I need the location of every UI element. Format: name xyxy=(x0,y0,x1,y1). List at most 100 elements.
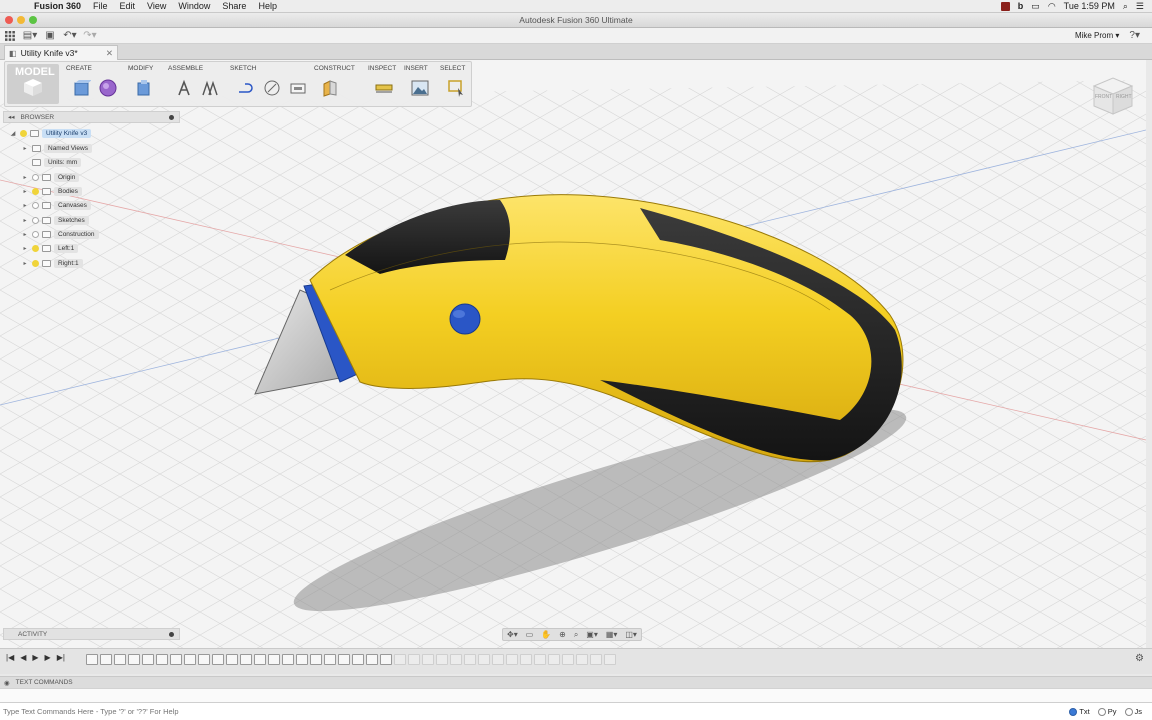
display-icon[interactable]: ▭ xyxy=(1031,1,1040,12)
browser-header[interactable]: ◂◂ BROWSER xyxy=(3,111,180,123)
bluetooth-icon[interactable]: b xyxy=(1018,1,1024,11)
mode-py[interactable]: Py xyxy=(1097,707,1117,716)
pan-icon[interactable]: ✋ xyxy=(541,630,551,639)
timeline-feature-icon[interactable] xyxy=(184,654,196,665)
insert-canvas-icon[interactable] xyxy=(409,77,431,99)
visibility-bulb-icon[interactable] xyxy=(32,202,39,209)
tree-node-bodies[interactable]: ▸ Bodies xyxy=(21,186,82,197)
zoom-icon[interactable]: ⊕ xyxy=(559,630,566,639)
workspace-switcher[interactable]: MODEL xyxy=(7,64,59,104)
timeline-feature-icon[interactable] xyxy=(450,654,462,665)
timeline-feature-icon[interactable] xyxy=(408,654,420,665)
joint-icon[interactable] xyxy=(173,77,195,99)
expand-arrow-icon[interactable]: ▸ xyxy=(21,245,29,252)
grid-settings-icon[interactable]: ▦▾ xyxy=(606,630,618,639)
select-box-icon[interactable] xyxy=(445,77,467,99)
fit-icon[interactable]: ⌕ xyxy=(574,630,578,640)
create-label[interactable]: CREATE xyxy=(66,65,92,72)
text-command-input[interactable] xyxy=(0,707,500,716)
expand-arrow-icon[interactable]: ▸ xyxy=(21,188,29,195)
visibility-bulb-icon[interactable] xyxy=(32,231,39,238)
timeline-feature-icon[interactable] xyxy=(198,654,210,665)
visibility-bulb-icon[interactable] xyxy=(32,260,39,267)
inspect-label[interactable]: INSPECT xyxy=(368,65,396,72)
menu-edit[interactable]: Edit xyxy=(114,1,142,11)
visibility-bulb-icon[interactable] xyxy=(32,217,39,224)
tree-root[interactable]: ◢ Utility Knife v3 xyxy=(9,128,92,139)
notifications-icon[interactable]: ☰ xyxy=(1136,1,1144,12)
timeline-feature-icon[interactable] xyxy=(86,654,98,665)
expand-arrow-icon[interactable]: ◢ xyxy=(9,130,17,137)
press-pull-icon[interactable] xyxy=(133,77,155,99)
tree-node-origin[interactable]: ▸ Origin xyxy=(21,172,80,183)
measure-icon[interactable] xyxy=(373,77,395,99)
mode-js[interactable]: Js xyxy=(1124,707,1142,716)
timeline-feature-icon[interactable] xyxy=(394,654,406,665)
user-menu[interactable]: Mike Prom ▾ xyxy=(1075,31,1129,40)
menu-window[interactable]: Window xyxy=(172,1,216,11)
timeline-settings-icon[interactable]: ⚙ xyxy=(1135,653,1144,664)
timeline-feature-icon[interactable] xyxy=(128,654,140,665)
timeline-feature-icon[interactable] xyxy=(282,654,294,665)
save-icon[interactable]: ▣ xyxy=(40,28,60,44)
menu-help[interactable]: Help xyxy=(252,1,283,11)
redo-icon[interactable]: ↷▾ xyxy=(80,28,100,44)
timeline-feature-icon[interactable] xyxy=(254,654,266,665)
timeline-feature-icon[interactable] xyxy=(212,654,224,665)
expand-arrow-icon[interactable]: ▸ xyxy=(21,202,29,209)
spotlight-icon[interactable]: ⌕ xyxy=(1123,1,1128,12)
timeline-feature-icon[interactable] xyxy=(310,654,322,665)
expand-arrow-icon[interactable]: ▸ xyxy=(21,145,29,152)
undo-icon[interactable]: ↶▾ xyxy=(60,28,80,44)
sketch-circle-icon[interactable] xyxy=(261,77,283,99)
timeline-feature-icon[interactable] xyxy=(422,654,434,665)
timeline-feature-icon[interactable] xyxy=(590,654,602,665)
tree-node-left[interactable]: ▸ Left:1 xyxy=(21,243,79,254)
look-at-icon[interactable]: ▭ xyxy=(526,630,534,639)
mode-txt[interactable]: Txt xyxy=(1069,707,1090,716)
zoom-window-button[interactable] xyxy=(29,16,37,24)
offset-plane-icon[interactable] xyxy=(319,77,341,99)
collapse-browser-icon[interactable]: ◂◂ xyxy=(8,113,15,121)
timeline-feature-icon[interactable] xyxy=(100,654,112,665)
visibility-bulb-icon[interactable] xyxy=(32,188,39,195)
timeline-feature-icon[interactable] xyxy=(604,654,616,665)
timeline-feature-icon[interactable] xyxy=(142,654,154,665)
timeline-feature-icon[interactable] xyxy=(380,654,392,665)
tree-node-right[interactable]: ▸ Right:1 xyxy=(21,258,83,269)
clock[interactable]: Tue 1:59 PM xyxy=(1064,1,1115,11)
visibility-bulb-icon[interactable] xyxy=(32,245,39,252)
timeline-feature-icon[interactable] xyxy=(114,654,126,665)
create-sketch-icon[interactable] xyxy=(235,77,257,99)
data-panel-grid-icon[interactable] xyxy=(0,28,20,44)
visibility-bulb-icon[interactable] xyxy=(20,130,27,137)
tree-node-units[interactable]: Units: mm xyxy=(21,157,82,168)
tree-node-sketches[interactable]: ▸ Sketches xyxy=(21,215,89,226)
assemble-label[interactable]: ASSEMBLE xyxy=(168,65,203,72)
expand-arrow-icon[interactable]: ▸ xyxy=(21,174,29,181)
timeline-feature-icon[interactable] xyxy=(296,654,308,665)
timeline-feature-icon[interactable] xyxy=(170,654,182,665)
timeline-feature-icon[interactable] xyxy=(548,654,560,665)
close-tab-icon[interactable]: ✕ xyxy=(106,48,113,59)
document-tab[interactable]: ◧ Utility Knife v3* ✕ xyxy=(4,45,118,60)
help-menu[interactable]: ?▾ xyxy=(1129,30,1152,41)
text-commands-header[interactable]: ◉ TEXT COMMANDS xyxy=(0,676,1152,688)
box-icon[interactable] xyxy=(71,77,93,99)
tree-root-label[interactable]: Utility Knife v3 xyxy=(42,129,92,138)
timeline-feature-icon[interactable] xyxy=(156,654,168,665)
view-cube[interactable]: FRONT RIGHT xyxy=(1088,70,1138,116)
timeline-feature-icon[interactable] xyxy=(576,654,588,665)
viewports-icon[interactable]: ◫▾ xyxy=(625,630,637,639)
view-cube-right[interactable]: RIGHT xyxy=(1116,94,1132,100)
timeline-feature-icon[interactable] xyxy=(520,654,532,665)
timeline-feature-icon[interactable] xyxy=(324,654,336,665)
timeline-feature-icon[interactable] xyxy=(478,654,490,665)
go-to-start-icon[interactable]: |◀ xyxy=(6,653,14,662)
timeline-feature-icon[interactable] xyxy=(240,654,252,665)
app-status-icon[interactable] xyxy=(1000,1,1010,11)
tree-node-named-views[interactable]: ▸ Named Views xyxy=(21,143,92,154)
visibility-bulb-icon[interactable] xyxy=(32,174,39,181)
menu-app[interactable]: Fusion 360 xyxy=(28,1,87,11)
timeline-feature-icon[interactable] xyxy=(492,654,504,665)
